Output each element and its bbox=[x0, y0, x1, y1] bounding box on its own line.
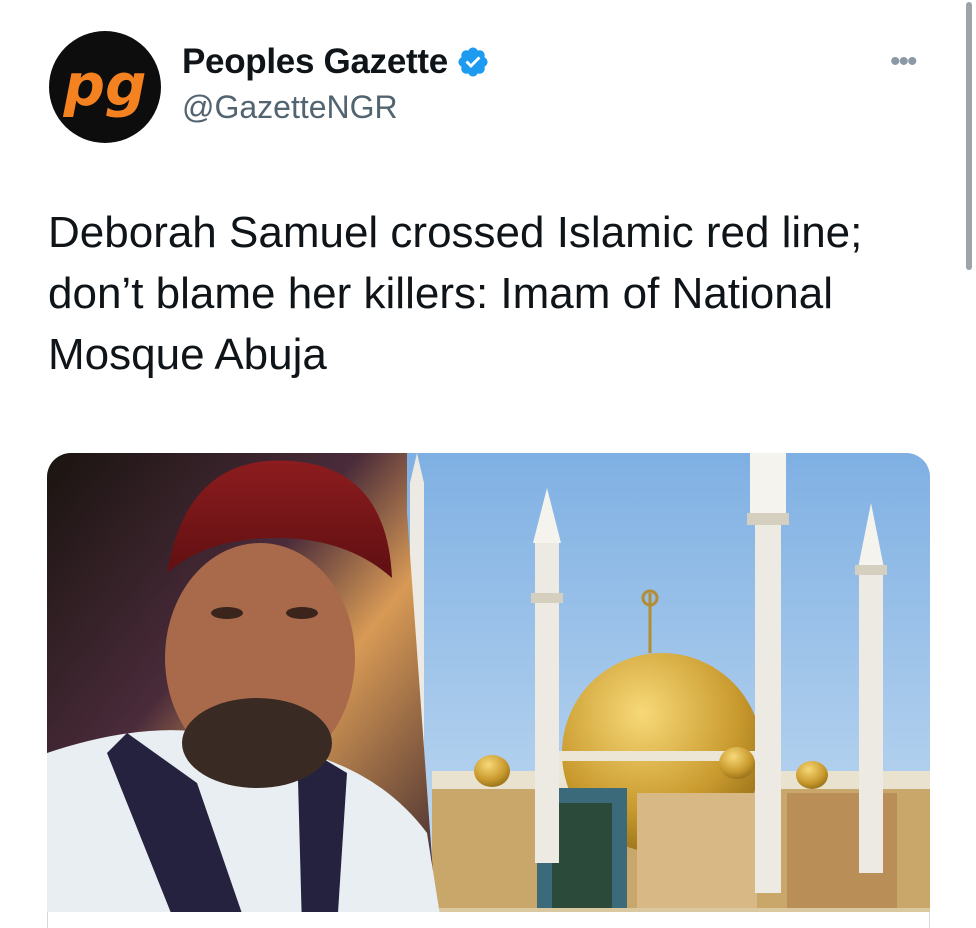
tweet-media-image[interactable] bbox=[47, 453, 930, 928]
media-card-bottom bbox=[47, 912, 930, 928]
avatar[interactable]: pg bbox=[49, 31, 161, 143]
ellipsis-icon: ••• bbox=[890, 45, 917, 78]
name-row: Peoples Gazette bbox=[182, 42, 490, 82]
tweet-author: Peoples Gazette @GazetteNGR bbox=[182, 42, 490, 126]
more-options-button[interactable]: ••• bbox=[890, 47, 917, 77]
verified-badge-icon bbox=[458, 47, 488, 77]
logo-text: pg bbox=[62, 51, 146, 119]
user-handle[interactable]: @GazetteNGR bbox=[182, 88, 490, 126]
tweet-text: Deborah Samuel crossed Islamic red line;… bbox=[48, 208, 863, 379]
display-name[interactable]: Peoples Gazette bbox=[182, 42, 448, 82]
scrollbar[interactable] bbox=[966, 2, 972, 270]
media-illustration bbox=[47, 453, 930, 928]
peoples-gazette-logo-icon: pg bbox=[62, 51, 146, 119]
